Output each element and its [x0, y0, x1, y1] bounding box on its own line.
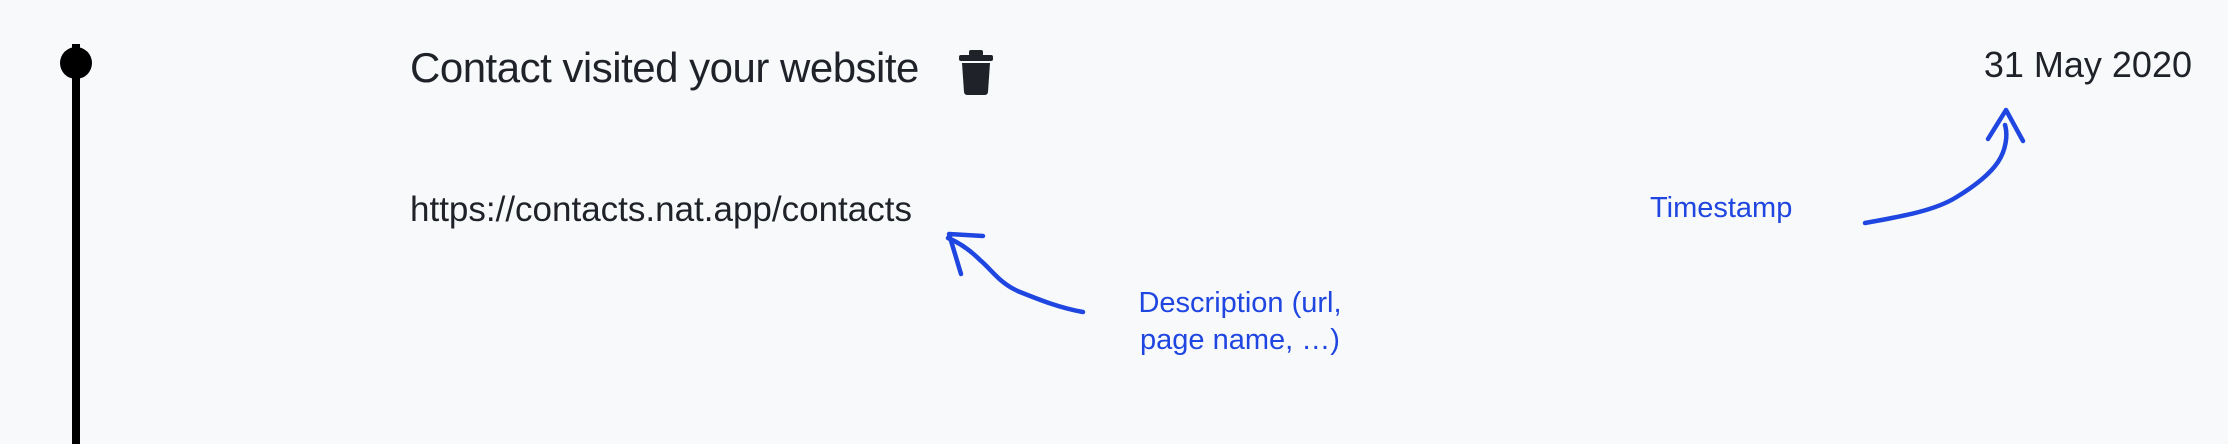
trash-icon[interactable]: [956, 48, 996, 96]
timeline-line: [72, 44, 80, 444]
annotation-arrows: [945, 107, 2026, 315]
event-timestamp: 31 May 2020: [1983, 44, 2192, 85]
event-description: https://contacts.nat.app/contacts: [410, 190, 912, 229]
description-arrowhead: [946, 231, 986, 277]
timestamp-annotation: Timestamp: [1650, 192, 1793, 224]
event-title: Contact visited your website: [410, 44, 919, 91]
description-annotation-line2: page name, …): [1140, 324, 1340, 356]
description-arrow: [945, 235, 1086, 315]
timeline-dot: [60, 47, 92, 79]
description-annotation-line1: Description (url,: [1138, 287, 1342, 319]
timestamp-arrow: [1862, 122, 2009, 226]
description-annotation: Description (url, page name, …): [1110, 285, 1370, 359]
timestamp-arrowhead: [1985, 107, 2026, 144]
